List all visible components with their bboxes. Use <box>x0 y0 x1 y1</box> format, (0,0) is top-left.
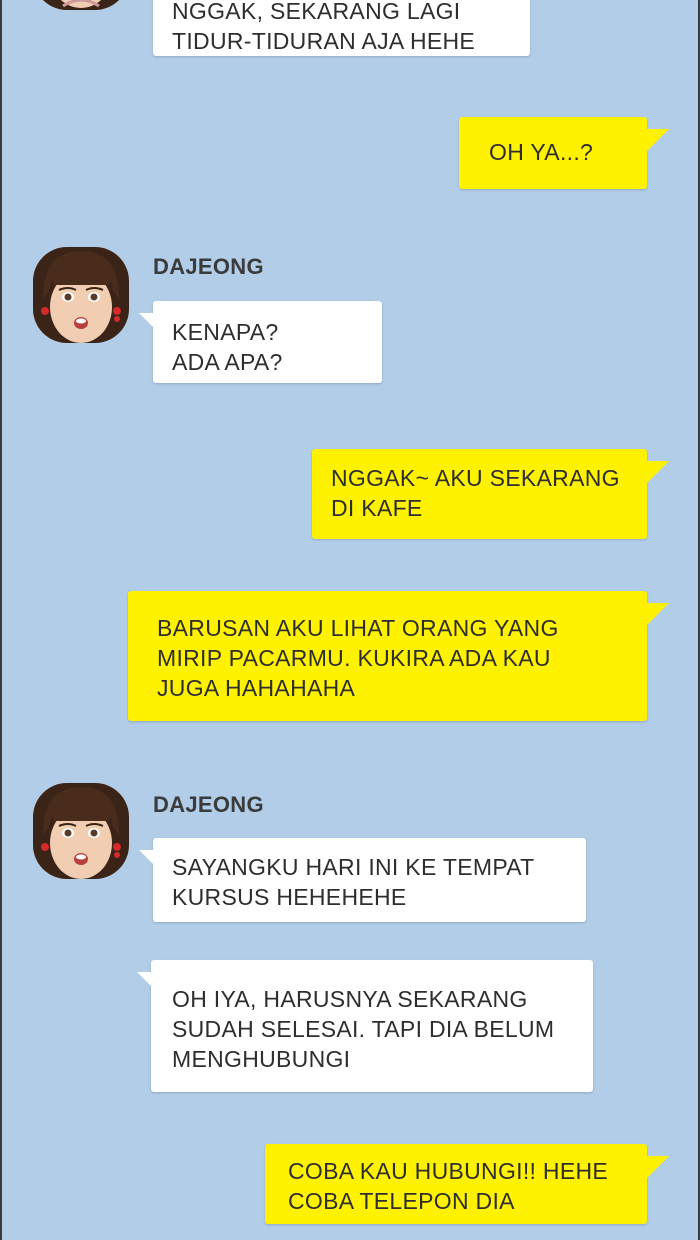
contact-avatar[interactable] <box>33 0 129 10</box>
message-line: MENGHUBUNGI <box>172 1046 351 1072</box>
outgoing-message[interactable]: NGGAK~ AKU SEKARANG DI KAFE <box>312 449 669 539</box>
message-line: BARUSAN AKU LIHAT ORANG YANG <box>157 615 559 641</box>
avatar-illustration <box>33 0 129 10</box>
incoming-message[interactable]: OH IYA, HARUSNYA SEKARANG SUDAH SELESAI.… <box>137 960 593 1092</box>
avatar-illustration <box>33 783 129 879</box>
message-line: KURSUS HEHEHEHE <box>172 884 407 910</box>
message-line: KENAPA? <box>172 319 279 345</box>
contact-avatar[interactable] <box>33 783 129 879</box>
outgoing-message[interactable]: OH YA...? <box>459 117 669 189</box>
frame-left-border <box>0 0 2 1240</box>
message-line: ADA APA? <box>172 349 283 375</box>
message-line: JUGA HAHAHAHA <box>157 675 356 701</box>
incoming-message[interactable]: KENAPA? ADA APA? <box>139 301 382 383</box>
incoming-message[interactable]: NGGAK, SEKARANG LAGI TIDUR-TIDURAN AJA H… <box>153 0 530 56</box>
message-line: DI KAFE <box>331 495 423 521</box>
message-line: SAYANGKU HARI INI KE TEMPAT <box>172 854 535 880</box>
message-line: COBA TELEPON DIA <box>288 1188 515 1214</box>
message-line: SUDAH SELESAI. TAPI DIA BELUM <box>172 1016 555 1042</box>
message-line: OH YA...? <box>489 139 594 165</box>
outgoing-message[interactable]: BARUSAN AKU LIHAT ORANG YANG MIRIP PACAR… <box>128 591 669 721</box>
contact-avatar[interactable] <box>33 247 129 343</box>
avatar-illustration <box>33 247 129 343</box>
incoming-message[interactable]: SAYANGKU HARI INI KE TEMPAT KURSUS HEHEH… <box>139 838 586 922</box>
message-line: MIRIP PACARMU. KUKIRA ADA KAU <box>157 645 551 671</box>
contact-name: DAJEONG <box>153 254 264 279</box>
outgoing-message[interactable]: COBA KAU HUBUNGI!! HEHE COBA TELEPON DIA <box>265 1144 669 1224</box>
contact-name: DAJEONG <box>153 792 264 817</box>
message-line: TIDUR-TIDURAN AJA HEHE <box>172 28 476 54</box>
message-line: OH IYA, HARUSNYA SEKARANG <box>172 986 528 1012</box>
message-line: NGGAK, SEKARANG LAGI <box>172 0 461 24</box>
message-line: COBA KAU HUBUNGI!! HEHE <box>288 1158 609 1184</box>
message-line: NGGAK~ AKU SEKARANG <box>331 465 620 491</box>
